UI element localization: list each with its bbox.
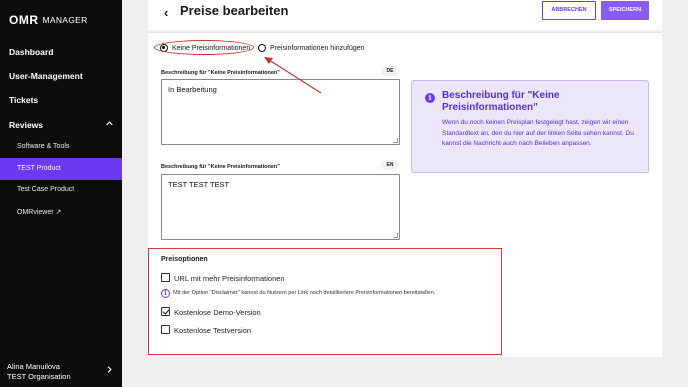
url-more-pricing-checkbox[interactable] [161,273,170,282]
info-box: i Beschreibung für "Keine Preisinformati… [411,80,649,173]
sidebar-item-dashboard[interactable]: Dashboard [9,47,53,57]
free-demo-checkbox[interactable] [161,307,170,316]
chevron-right-icon[interactable] [106,366,113,373]
back-arrow-icon[interactable]: ‹ [164,5,168,20]
annotation-ellipse [154,40,254,55]
radio-unselected-icon[interactable] [258,44,266,52]
user-profile[interactable]: Alina Manuilova TEST Organisation [7,362,71,382]
description-de-label: Beschreibung für "Keine Preisinformation… [161,70,280,76]
description-de-value: In Bearbeitung [168,85,217,94]
chevron-up-icon[interactable] [106,120,113,127]
logo[interactable]: OMR MANAGER [9,13,88,27]
sidebar-subitem-test-case-product[interactable]: Test Case Product [17,186,74,193]
info-text: Wenn du noch keinen Preisplan festgelegt… [442,119,634,147]
description-en-value: TEST TEST TEST [168,180,230,189]
sidebar-item-tickets[interactable]: Tickets [9,95,38,105]
sidebar-item-user-management[interactable]: User-Management [9,71,83,81]
description-en-label: Beschreibung für "Keine Preisinformation… [161,164,280,170]
language-badge-en: EN [381,160,399,170]
user-name: Alina Manuilova [7,362,60,371]
language-badge-de: DE [381,66,399,76]
sidebar-item-reviews[interactable]: Reviews [9,120,43,130]
description-de-textarea[interactable]: In Bearbeitung [161,79,400,145]
sidebar: OMR MANAGER Dashboard User-Management Ti… [0,0,122,387]
price-options-title: Preisoptionen [161,256,208,263]
sidebar-subitem-test-product[interactable]: TEST Product [17,165,61,172]
hint-info-icon: i [161,289,170,298]
info-title: Beschreibung für "Keine Preisinformation… [442,90,560,113]
free-demo-label: Kostenlose Demo-Version [174,308,261,317]
disclaimer-hint: Mit der Option "Disclaimer" kannst du Nu… [173,290,436,296]
info-icon: i [425,93,435,103]
cancel-button[interactable]: ABBRECHEN [542,1,596,20]
page-title: Preise bearbeiten [180,3,289,18]
sidebar-subitem-software-tools[interactable]: Software & Tools [17,143,69,150]
description-en-textarea[interactable]: TEST TEST TEST [161,174,400,240]
sidebar-subitem-omrviewer[interactable]: OMRviewer ↗ [17,208,61,216]
url-more-pricing-label: URL mit mehr Preisinformationen [174,274,285,283]
free-trial-checkbox[interactable] [161,325,170,334]
user-organisation: TEST Organisation [7,372,71,381]
annotation-rectangle [148,248,502,355]
save-button[interactable]: SPEICHERN [601,1,649,20]
radio-add-pricing-label: Preisinformationen hinzufügen [270,44,365,52]
logo-subtitle: MANAGER [42,15,88,25]
resize-handle-icon[interactable] [393,233,398,238]
free-trial-label: Kostenlose Testversion [174,326,251,335]
logo-mark: OMR [9,13,39,27]
radio-add-pricing[interactable]: Preisinformationen hinzufügen [258,44,365,52]
resize-handle-icon[interactable] [393,138,398,143]
